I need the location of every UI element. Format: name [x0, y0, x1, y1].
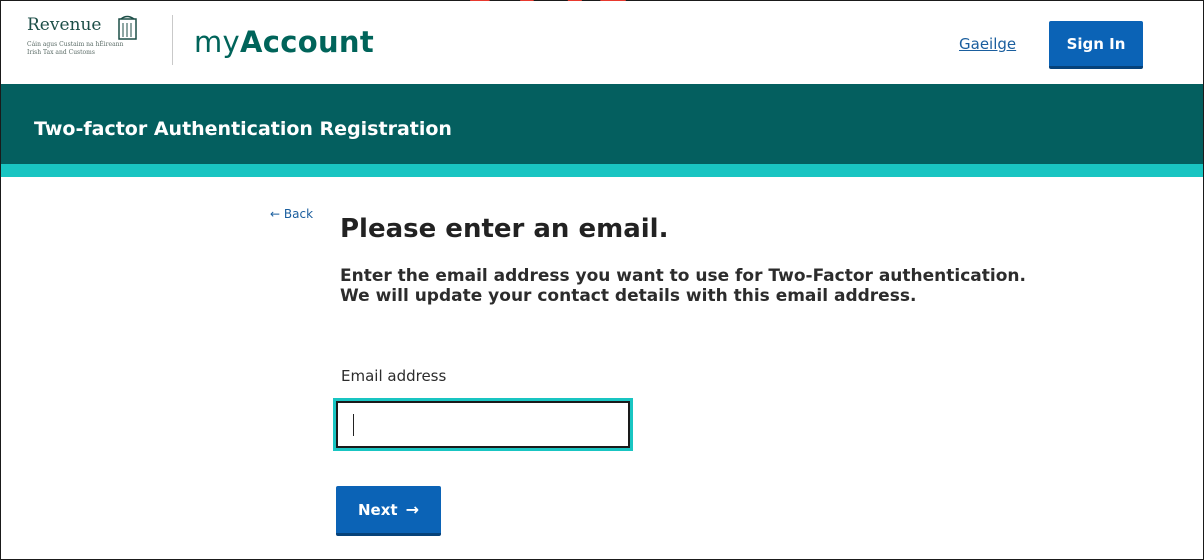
- sign-in-button[interactable]: Sign In: [1049, 21, 1143, 69]
- myaccount-brand[interactable]: myAccount: [194, 25, 374, 59]
- brand-suffix: Account: [240, 25, 375, 59]
- email-field-label: Email address: [341, 367, 447, 385]
- arrow-left-icon: ←: [270, 207, 281, 221]
- harp-icon: [118, 15, 137, 40]
- page-banner: Two-factor Authentication Registration: [1, 84, 1203, 164]
- email-field[interactable]: [333, 398, 633, 451]
- intro-text: Enter the email address you want to use …: [340, 266, 1026, 306]
- header-divider: [172, 15, 173, 65]
- banner-accent-stripe: [1, 164, 1203, 177]
- next-label: Next: [358, 500, 398, 519]
- brand-prefix: my: [194, 25, 241, 59]
- back-link[interactable]: ← Back: [270, 207, 313, 221]
- back-label: Back: [283, 207, 314, 221]
- site-header: Revenue Cáin agus Custaim na hÉireann Ir…: [1, 1, 1203, 83]
- language-link-gaeilge[interactable]: Gaeilge: [959, 35, 1016, 53]
- logo-name: Revenue: [27, 15, 102, 35]
- banner-title: Two-factor Authentication Registration: [34, 118, 452, 140]
- revenue-logo[interactable]: Revenue Cáin agus Custaim na hÉireann Ir…: [27, 15, 147, 67]
- logo-subtitle-english: Irish Tax and Customs: [27, 49, 95, 56]
- arrow-right-icon: →: [405, 500, 419, 519]
- next-button[interactable]: Next →: [336, 486, 441, 536]
- text-cursor: [353, 414, 354, 436]
- page-heading: Please enter an email.: [340, 214, 669, 244]
- logo-subtitle-irish: Cáin agus Custaim na hÉireann: [27, 41, 124, 48]
